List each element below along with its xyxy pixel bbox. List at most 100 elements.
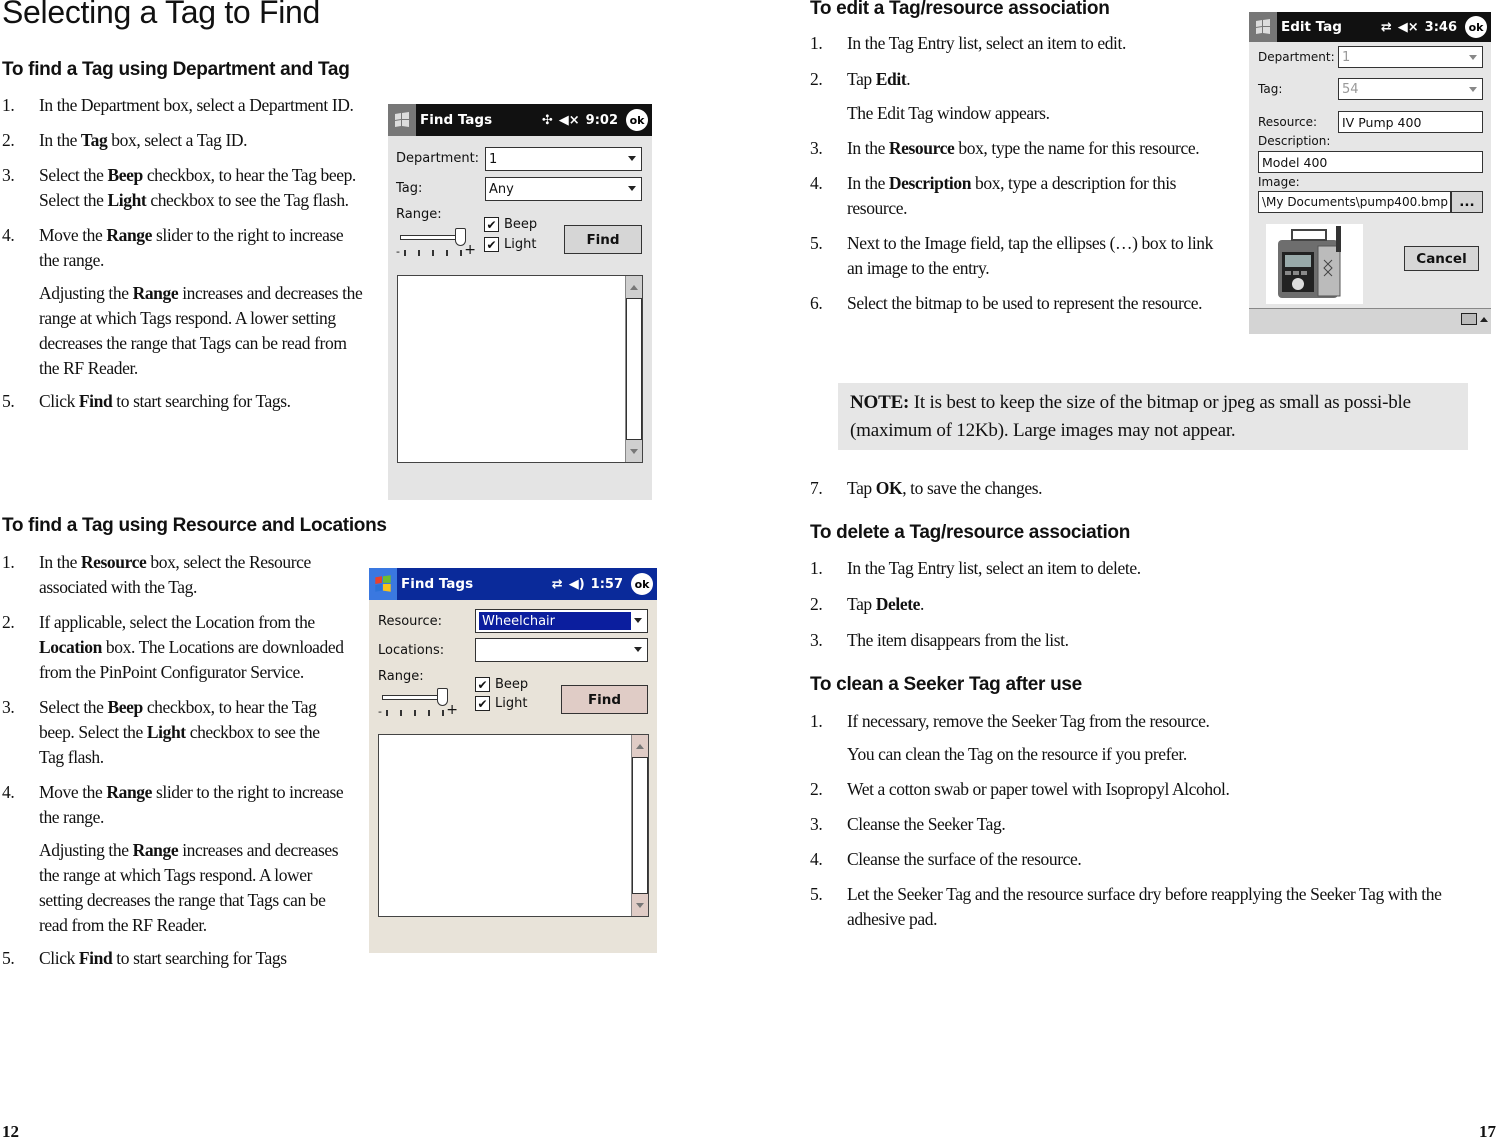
- bold-term: Find: [78, 391, 113, 411]
- browse-button[interactable]: ...: [1451, 191, 1483, 213]
- step-text: , to save the changes.: [902, 478, 1043, 498]
- section-heading-resource-locations: To find a Tag using Resource and Locatio…: [2, 515, 387, 536]
- slider-ticks: - +: [378, 702, 458, 718]
- vertical-scrollbar[interactable]: [631, 735, 648, 916]
- list-item: 4. Move the Range slider to the right to …: [2, 780, 347, 830]
- ok-button[interactable]: ok: [626, 109, 648, 131]
- resource-dropdown[interactable]: Wheelchair: [475, 609, 648, 633]
- step-text: .: [920, 594, 924, 614]
- list-item: 2. Wet a cotton swab or paper towel with …: [810, 777, 1495, 802]
- chevron-down-icon: [1469, 55, 1477, 60]
- step-number: 2.: [810, 594, 823, 614]
- start-menu-button[interactable]: [369, 568, 397, 600]
- list-item: 1. In the Department box, select a Depart…: [2, 93, 364, 118]
- image-path-input[interactable]: \My Documents\pump400.bmp: [1258, 191, 1451, 213]
- cancel-button[interactable]: Cancel: [1404, 246, 1479, 271]
- scroll-up-button[interactable]: [632, 735, 648, 757]
- range-slider[interactable]: - +: [396, 228, 476, 258]
- department-label: Department:: [396, 151, 480, 166]
- checkbox-box: ✔: [475, 696, 490, 711]
- scroll-down-button[interactable]: [632, 894, 648, 916]
- light-checkbox[interactable]: ✔ Light: [475, 696, 527, 711]
- steps-delete: 1. In the Tag Entry list, select an item …: [810, 556, 1490, 653]
- checkbox-box: ✔: [484, 237, 499, 252]
- department-dropdown[interactable]: 1: [485, 147, 642, 171]
- speaker-muted-icon[interactable]: ◀×: [1398, 20, 1419, 35]
- scroll-up-button[interactable]: [626, 276, 642, 298]
- find-button[interactable]: Find: [561, 685, 648, 714]
- windows-flag-icon: [1256, 19, 1270, 34]
- steps-resource-locations: 1. In the Resource box, select the Resour…: [2, 550, 347, 971]
- clock[interactable]: 3:46: [1425, 20, 1457, 35]
- step-number: 3.: [2, 165, 15, 185]
- slider-tick: [442, 710, 444, 716]
- light-label: Light: [495, 696, 528, 711]
- clock[interactable]: 1:57: [591, 577, 623, 592]
- scroll-thumb[interactable]: [632, 757, 648, 894]
- chevron-down-icon: [628, 186, 636, 191]
- plus-icon: +: [446, 702, 458, 718]
- department-dropdown[interactable]: 1: [1338, 46, 1483, 68]
- results-list[interactable]: [397, 275, 643, 463]
- vertical-scrollbar[interactable]: [625, 276, 642, 462]
- list-item: 4. In the Description box, type a descrip…: [810, 171, 1230, 221]
- section-heading-department-tag: To find a Tag using Department and Tag: [2, 59, 350, 80]
- step-text: Select the bitmap to be used to represen…: [847, 293, 1203, 313]
- find-tags-screen-department: Find Tags ✣ ◀× 9:02 ok Department: 1 Tag…: [388, 104, 652, 500]
- slider-tick: [404, 250, 406, 256]
- tag-dropdown[interactable]: 54: [1338, 78, 1483, 100]
- chevron-down-icon: [634, 618, 642, 623]
- list-item: 6. Select the bitmap to be used to repres…: [810, 291, 1230, 316]
- light-checkbox[interactable]: ✔ Light: [484, 237, 536, 252]
- arrow-down-icon: [636, 902, 644, 908]
- slider-thumb[interactable]: [437, 688, 448, 706]
- speaker-muted-icon[interactable]: ◀×: [559, 113, 580, 128]
- step-text: Cleanse the surface of the resource.: [847, 849, 1082, 869]
- step-number: 5.: [810, 884, 823, 904]
- ok-button[interactable]: ok: [631, 573, 653, 595]
- image-label: Image:: [1258, 175, 1300, 189]
- bold-term: Tag: [80, 130, 108, 150]
- step-number: 1.: [810, 33, 823, 53]
- beep-checkbox[interactable]: ✔ Beep: [475, 677, 528, 692]
- keyboard-icon[interactable]: [1461, 313, 1477, 325]
- range-slider[interactable]: - +: [378, 688, 458, 718]
- find-button[interactable]: Find: [564, 225, 642, 254]
- resource-label: Resource:: [378, 614, 442, 629]
- start-menu-button[interactable]: [1249, 12, 1277, 42]
- start-menu-button[interactable]: [388, 104, 416, 136]
- arrow-up-icon[interactable]: [1480, 317, 1488, 322]
- connectivity-icon[interactable]: ✣: [542, 113, 553, 128]
- connectivity-icon[interactable]: ⇄: [552, 577, 563, 592]
- arrow-down-icon: [630, 448, 638, 454]
- list-item: 3. In the Resource box, type the name for…: [810, 136, 1230, 161]
- step-text: The Edit Tag window appears.: [847, 103, 1050, 123]
- resource-input[interactable]: IV Pump 400: [1338, 111, 1483, 133]
- slider-track[interactable]: [382, 695, 442, 700]
- list-item: 2. If applicable, select the Location fro…: [2, 610, 347, 685]
- step-number: 5.: [810, 233, 823, 253]
- step-text: The item disappears from the list.: [847, 630, 1069, 650]
- locations-dropdown[interactable]: [475, 638, 648, 662]
- slider-track[interactable]: [400, 235, 460, 240]
- step-number: 5.: [2, 391, 15, 411]
- slider-thumb[interactable]: [455, 228, 466, 246]
- step-text: In the: [39, 130, 81, 150]
- speaker-icon[interactable]: ◀︎): [569, 577, 585, 592]
- connectivity-icon[interactable]: ⇄: [1381, 20, 1392, 35]
- steps-department-tag: 1. In the Department box, select a Depart…: [2, 93, 364, 414]
- list-item: 3. Select the Beep checkbox, to hear the …: [2, 695, 347, 770]
- step-number: 6.: [810, 293, 823, 313]
- scroll-down-button[interactable]: [626, 440, 642, 462]
- list-item: 2. In the Tag box, select a Tag ID.: [2, 128, 364, 153]
- description-input[interactable]: Model 400: [1258, 151, 1483, 173]
- tag-dropdown[interactable]: Any: [485, 177, 642, 201]
- list-item: 4. Move the Range slider to the right to …: [2, 223, 364, 273]
- beep-checkbox[interactable]: ✔ Beep: [484, 217, 537, 232]
- scroll-thumb[interactable]: [626, 298, 642, 440]
- bold-term: Range: [106, 782, 152, 802]
- results-list[interactable]: [378, 734, 649, 917]
- ok-button[interactable]: ok: [1465, 16, 1487, 38]
- clock[interactable]: 9:02: [586, 113, 618, 128]
- step-text: to start searching for Tags.: [112, 391, 291, 411]
